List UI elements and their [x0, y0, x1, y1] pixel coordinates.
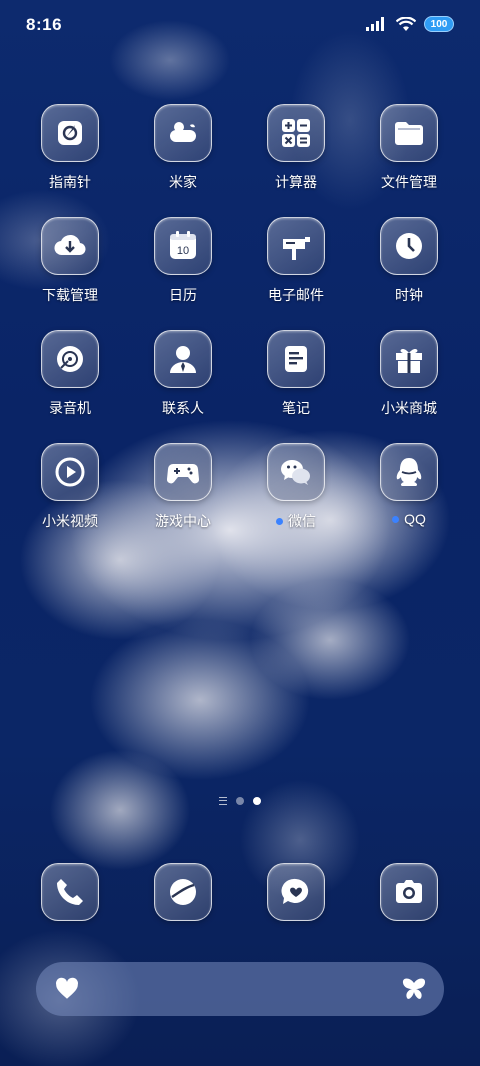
camera-icon[interactable] — [380, 863, 438, 921]
app-gift[interactable]: 小米商城 — [354, 330, 464, 418]
app-wechat[interactable]: 微信 — [241, 443, 351, 531]
app-calculator[interactable]: 计算器 — [241, 104, 351, 192]
messages-icon[interactable] — [267, 863, 325, 921]
dock-camera[interactable] — [354, 863, 464, 921]
app-name: 小米视频 — [42, 513, 98, 529]
butterfly-icon[interactable] — [400, 975, 428, 1003]
app-clock[interactable]: 时钟 — [354, 217, 464, 305]
mailbox-icon[interactable] — [267, 217, 325, 275]
battery-indicator: 100 — [424, 16, 454, 32]
app-label: 小米商城 — [381, 398, 437, 418]
app-label: 文件管理 — [381, 172, 437, 192]
app-name: 录音机 — [49, 400, 91, 416]
dock-browser[interactable] — [128, 863, 238, 921]
app-download[interactable]: 下载管理 — [15, 217, 125, 305]
app-folder[interactable]: 文件管理 — [354, 104, 464, 192]
clock-icon[interactable] — [380, 217, 438, 275]
qq-icon[interactable] — [380, 443, 438, 501]
heart-icon[interactable] — [54, 976, 80, 1002]
browser-icon[interactable] — [154, 863, 212, 921]
app-label: 时钟 — [395, 285, 423, 305]
app-label: 小米视频 — [42, 511, 98, 531]
wifi-icon — [396, 16, 416, 31]
compass-icon[interactable] — [41, 104, 99, 162]
app-label: 下载管理 — [42, 285, 98, 305]
app-notes[interactable]: 笔记 — [241, 330, 351, 418]
app-name: QQ — [404, 511, 426, 527]
app-label: 游戏中心 — [155, 511, 211, 531]
app-compass[interactable]: 指南针 — [15, 104, 125, 192]
app-label: 录音机 — [49, 398, 91, 418]
calendar-icon[interactable]: 10 — [154, 217, 212, 275]
play-icon[interactable] — [41, 443, 99, 501]
status-icons: 100 — [366, 16, 454, 32]
app-label: 日历 — [169, 285, 197, 305]
page-dot-2[interactable] — [253, 797, 261, 805]
app-label: 微信 — [276, 511, 316, 531]
wechat-icon[interactable] — [267, 443, 325, 501]
page-dot-1[interactable] — [236, 797, 244, 805]
calculator-icon[interactable] — [267, 104, 325, 162]
app-mijia[interactable]: 米家 — [128, 104, 238, 192]
dock-messages[interactable] — [241, 863, 351, 921]
app-name: 电子邮件 — [268, 287, 324, 303]
app-label: 联系人 — [162, 398, 204, 418]
app-name: 游戏中心 — [155, 513, 211, 529]
app-name: 米家 — [169, 174, 197, 190]
app-play[interactable]: 小米视频 — [15, 443, 125, 531]
app-name: 指南针 — [49, 174, 91, 190]
app-recorder[interactable]: 录音机 — [15, 330, 125, 418]
notes-icon[interactable] — [267, 330, 325, 388]
app-name: 下载管理 — [42, 287, 98, 303]
dock-phone[interactable] — [15, 863, 125, 921]
gamepad-icon[interactable] — [154, 443, 212, 501]
download-icon[interactable] — [41, 217, 99, 275]
gift-icon[interactable] — [380, 330, 438, 388]
phone-icon[interactable] — [41, 863, 99, 921]
app-name: 小米商城 — [381, 400, 437, 416]
svg-text:10: 10 — [177, 245, 189, 257]
app-name: 文件管理 — [381, 174, 437, 190]
app-label: 笔记 — [282, 398, 310, 418]
mijia-icon[interactable] — [154, 104, 212, 162]
recorder-icon[interactable] — [41, 330, 99, 388]
app-contacts[interactable]: 联系人 — [128, 330, 238, 418]
contacts-icon[interactable] — [154, 330, 212, 388]
app-label: 计算器 — [275, 172, 317, 192]
app-label: 指南针 — [49, 172, 91, 192]
app-gamepad[interactable]: 游戏中心 — [128, 443, 238, 531]
notification-dot — [392, 515, 400, 523]
app-qq[interactable]: QQ — [354, 443, 464, 527]
status-time: 8:16 — [26, 15, 63, 34]
app-calendar[interactable]: 10 日历 — [128, 217, 238, 305]
page-indicator[interactable] — [0, 797, 480, 805]
app-label: 电子邮件 — [268, 285, 324, 305]
app-name: 计算器 — [275, 174, 317, 190]
folder-icon[interactable] — [380, 104, 438, 162]
bottom-bar — [36, 962, 444, 1016]
status-bar: 8:16 100 — [0, 0, 480, 48]
notification-dot — [276, 517, 283, 525]
app-mailbox[interactable]: 电子邮件 — [241, 217, 351, 305]
app-label: QQ — [392, 511, 426, 527]
app-name: 日历 — [169, 287, 197, 303]
app-label: 米家 — [169, 172, 197, 192]
app-name: 时钟 — [395, 287, 423, 303]
app-name: 笔记 — [282, 400, 310, 416]
app-name: 联系人 — [162, 400, 204, 416]
signal-icon — [366, 17, 384, 31]
page-list-icon — [219, 797, 227, 805]
app-name: 微信 — [288, 513, 316, 529]
